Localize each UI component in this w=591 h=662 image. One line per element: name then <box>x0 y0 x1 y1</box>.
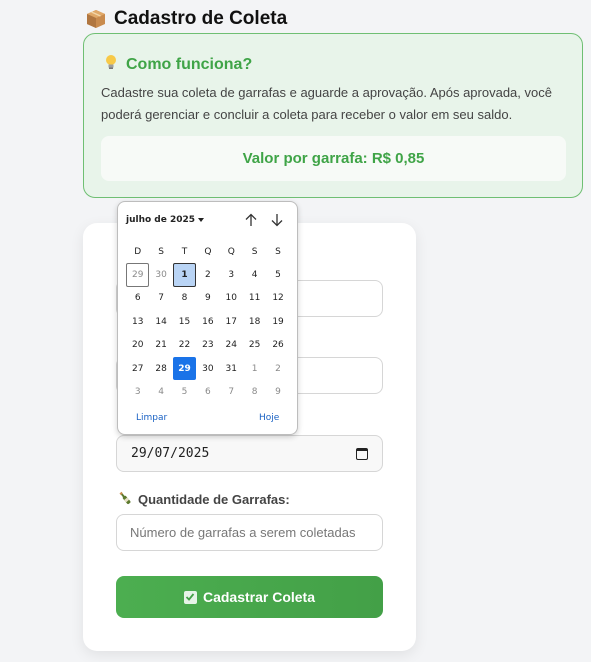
calendar-day[interactable]: 13 <box>126 310 149 333</box>
calendar-day[interactable]: 31 <box>220 357 243 380</box>
calendar-day[interactable]: 29 <box>126 263 149 286</box>
calendar-day[interactable]: 20 <box>126 334 149 357</box>
calendar-day[interactable]: 11 <box>243 287 266 310</box>
calendar-day[interactable]: 23 <box>196 334 219 357</box>
collection-date-field[interactable]: 29/07/2025 <box>116 435 383 472</box>
clear-date-button[interactable]: Limpar <box>136 413 167 423</box>
weekday-label: T <box>181 246 188 257</box>
calendar-day[interactable]: 5 <box>173 380 196 403</box>
calendar-day[interactable]: 4 <box>243 263 266 286</box>
caret-down-icon <box>198 218 205 222</box>
month-label: julho de 2025 <box>126 215 196 225</box>
previous-month-button[interactable] <box>243 212 259 228</box>
calendar-day[interactable]: 5 <box>266 263 289 286</box>
checkmark-icon <box>183 590 197 604</box>
calendar-day[interactable]: 4 <box>149 380 172 403</box>
calendar-day[interactable]: 3 <box>126 380 149 403</box>
calendar-day[interactable]: 8 <box>173 287 196 310</box>
calendar-day[interactable]: 30 <box>149 263 172 286</box>
calendar-day[interactable]: 30 <box>196 357 219 380</box>
weekday-label: S <box>251 246 258 257</box>
calendar-day[interactable]: 19 <box>266 310 289 333</box>
calendar-day-today[interactable]: 1 <box>172 263 197 287</box>
package-icon <box>86 9 106 29</box>
weekday-header: D S T Q Q S S <box>126 240 296 263</box>
calendar-day[interactable]: 26 <box>266 334 289 357</box>
quantity-label-text: Quantidade de Garrafas: <box>138 492 290 507</box>
calendar-day[interactable]: 27 <box>126 357 149 380</box>
calendar-day[interactable]: 16 <box>196 310 219 333</box>
calendar-icon[interactable] <box>356 447 368 460</box>
calendar-day[interactable]: 25 <box>243 334 266 357</box>
quantity-label: Quantidade de Garrafas: <box>118 491 290 508</box>
calendar-day[interactable]: 21 <box>149 334 172 357</box>
price-per-bottle: Valor por garrafa: R$ 0,85 <box>101 136 566 181</box>
calendar-day[interactable]: 17 <box>220 310 243 333</box>
info-description: Cadastre sua coleta de garrafas e aguard… <box>101 85 552 122</box>
weekday-label: D <box>134 246 142 257</box>
calendar-day[interactable]: 15 <box>173 310 196 333</box>
calendar-day[interactable]: 24 <box>220 334 243 357</box>
submit-label: Cadastrar Coleta <box>202 589 316 605</box>
calendar-day[interactable]: 6 <box>126 287 149 310</box>
calendar-day[interactable]: 12 <box>266 287 289 310</box>
calendar-day[interactable]: 9 <box>266 380 289 403</box>
calendar-day[interactable]: 1 <box>243 357 266 380</box>
date-picker-popup: julho de 2025 D S T Q Q S S 29 30 1 2 3 <box>117 201 298 435</box>
date-value: 29/07/2025 <box>131 446 210 461</box>
calendar-week: 13 14 15 16 17 18 19 <box>126 310 296 333</box>
calendar-day[interactable]: 6 <box>196 380 219 403</box>
calendar-week: 29 30 1 2 3 4 5 <box>126 263 296 287</box>
calendar-day[interactable]: 22 <box>173 334 196 357</box>
page-title-text: Cadastro de Coleta <box>114 8 288 29</box>
today-button[interactable]: Hoje <box>259 413 279 423</box>
calendar-week: 3 4 5 6 7 8 9 <box>126 380 296 403</box>
next-month-button[interactable] <box>269 212 285 228</box>
calendar-day[interactable]: 7 <box>149 287 172 310</box>
page-title: Cadastro de Coleta <box>86 8 287 30</box>
lightbulb-icon <box>104 54 118 75</box>
calendar-day[interactable]: 7 <box>220 380 243 403</box>
arrow-down-icon <box>271 214 283 227</box>
calendar-day[interactable]: 2 <box>196 263 219 286</box>
calendar-day[interactable]: 3 <box>220 263 243 286</box>
calendar-day[interactable]: 2 <box>266 357 289 380</box>
bottle-icon <box>118 491 132 508</box>
calendar-day[interactable]: 10 <box>220 287 243 310</box>
calendar-week: 6 7 8 9 10 11 12 <box>126 287 296 310</box>
weekday-label: S <box>275 246 281 257</box>
quantity-input[interactable] <box>116 514 383 551</box>
calendar-day[interactable]: 9 <box>196 287 219 310</box>
calendar-day[interactable]: 14 <box>149 310 172 333</box>
weekday-label: Q <box>227 246 235 257</box>
calendar-day[interactable]: 18 <box>243 310 266 333</box>
info-heading-text: Como funciona? <box>126 55 253 73</box>
info-box: Como funciona? Cadastre sua coleta de ga… <box>83 33 583 198</box>
weekday-label: Q <box>204 246 212 257</box>
calendar-day[interactable]: 28 <box>149 357 172 380</box>
calendar-week: 20 21 22 23 24 25 26 <box>126 334 296 357</box>
arrow-up-icon <box>245 213 257 226</box>
submit-collection-button[interactable]: Cadastrar Coleta <box>116 576 383 618</box>
month-selector[interactable]: julho de 2025 <box>126 215 205 225</box>
info-heading: Como funciona? <box>104 54 252 75</box>
calendar-week: 27 28 29 30 31 1 2 <box>126 356 296 381</box>
weekday-label: S <box>158 246 164 257</box>
calendar-day-selected[interactable]: 29 <box>172 356 197 381</box>
calendar-grid: D S T Q Q S S 29 30 1 2 3 4 5 6 7 8 9 10… <box>126 240 296 404</box>
calendar-day[interactable]: 8 <box>243 380 266 403</box>
